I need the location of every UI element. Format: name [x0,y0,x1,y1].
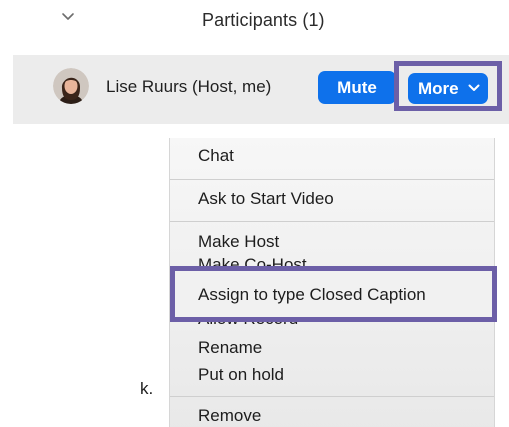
menu-divider [170,396,494,397]
menu-item-remove[interactable]: Remove [198,406,261,426]
user-avatar-icon [53,68,89,104]
more-button-highlight: More [394,61,502,111]
participant-row[interactable]: Lise Ruurs (Host, me) Mute More [13,55,509,124]
more-button-label: More [418,79,459,98]
chevron-down-icon [468,84,480,91]
menu-item-rename[interactable]: Rename [198,338,262,358]
menu-item-make-co-host-label: Make Co-Host [198,256,307,266]
participants-panel-title: Participants (1) [202,10,325,30]
participant-name: Lise Ruurs (Host, me) [106,77,272,96]
chevron-down-icon[interactable] [60,8,76,24]
zoom-participants-screenshot: Participants (1) Lise Ruurs (Host, me) M… [0,0,509,427]
menu-item-ask-to-start-video[interactable]: Ask to Start Video [198,189,334,209]
menu-divider [170,179,494,180]
more-button[interactable]: More [408,73,488,104]
cropped-text-fragment: k. [140,379,154,398]
menu-item-put-on-hold[interactable]: Put on hold [198,365,284,385]
menu-item-assign-closed-caption-label: Assign to type Closed Caption [198,285,426,304]
menu-divider [170,221,494,222]
menu-item-chat[interactable]: Chat [198,146,234,166]
mute-button[interactable]: Mute [318,71,396,104]
menu-item-make-co-host[interactable]: Make Co-Host [198,256,307,266]
menu-item-make-host[interactable]: Make Host [198,232,279,252]
menu-item-assign-closed-caption[interactable]: Assign to type Closed Caption [170,266,497,322]
avatar [53,68,89,104]
